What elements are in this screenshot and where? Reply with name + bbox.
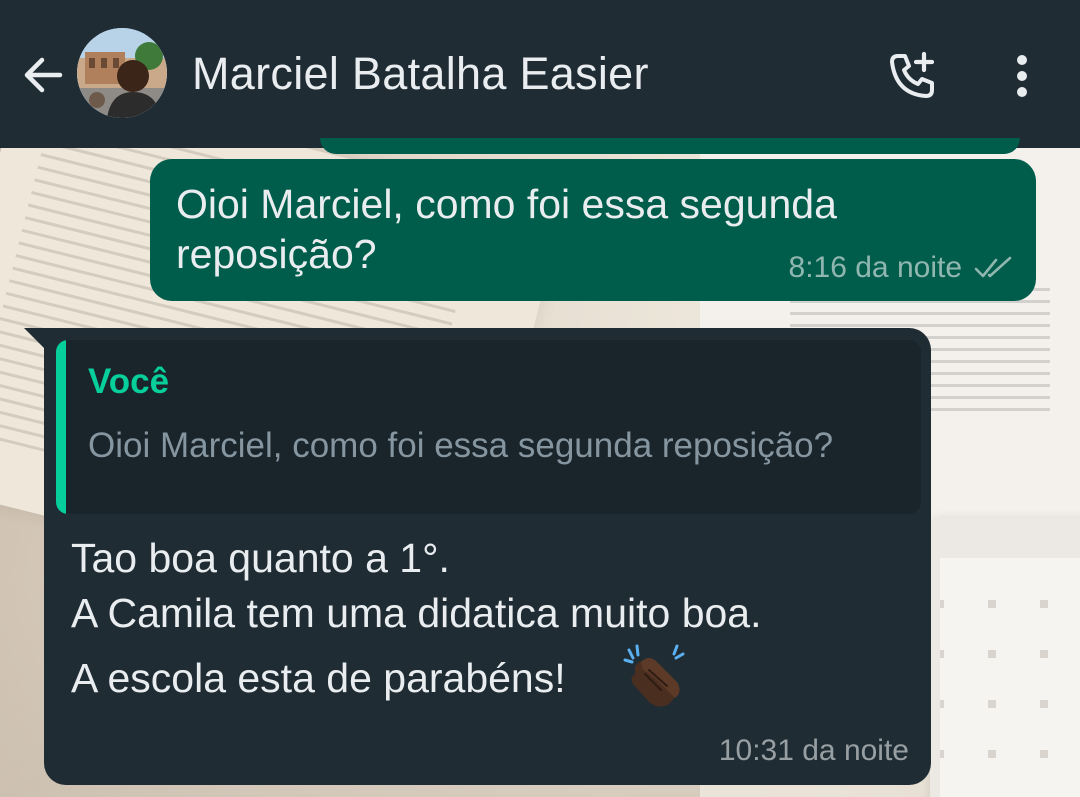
add-call-button[interactable]: [880, 44, 944, 108]
incoming-message[interactable]: Você Oioi Marciel, como foi essa segunda…: [44, 328, 931, 785]
more-options-button[interactable]: [996, 44, 1048, 108]
bubble-tail: [24, 328, 46, 350]
contact-photo: [77, 28, 167, 118]
quote-text: Oioi Marciel, como foi essa segunda repo…: [88, 426, 834, 465]
message-time: 10:31 da noite: [718, 734, 909, 767]
message-line: A escola esta de parabéns!: [71, 655, 566, 701]
outgoing-message[interactable]: Oioi Marciel, como foi essa segunda repo…: [150, 159, 1036, 301]
add-call-icon: [890, 51, 935, 98]
back-button[interactable]: [18, 50, 68, 100]
contact-name[interactable]: Marciel Batalha Easier: [192, 48, 649, 100]
more-vertical-icon: [1017, 55, 1027, 97]
quote-author: Você: [88, 362, 170, 401]
wallpaper-keyboard: [930, 518, 1080, 797]
clapping-hands-emoji: [623, 644, 685, 707]
avatar[interactable]: [77, 28, 167, 118]
message-line: A Camila tem uma didatica muito boa.: [71, 590, 762, 636]
previous-message-bubble[interactable]: [320, 138, 1020, 154]
message-line: Tao boa quanto a 1°.: [71, 535, 450, 581]
message-time: 8:16 da noite: [788, 251, 962, 284]
double-check-icon: [974, 256, 1012, 278]
arrow-left-icon: [24, 57, 63, 93]
message-meta: 8:16 da noite: [789, 251, 1014, 285]
quoted-message[interactable]: Você Oioi Marciel, como foi essa segunda…: [56, 340, 921, 514]
chat-header: Marciel Batalha Easier: [0, 0, 1080, 148]
quote-accent-bar: [56, 340, 66, 514]
